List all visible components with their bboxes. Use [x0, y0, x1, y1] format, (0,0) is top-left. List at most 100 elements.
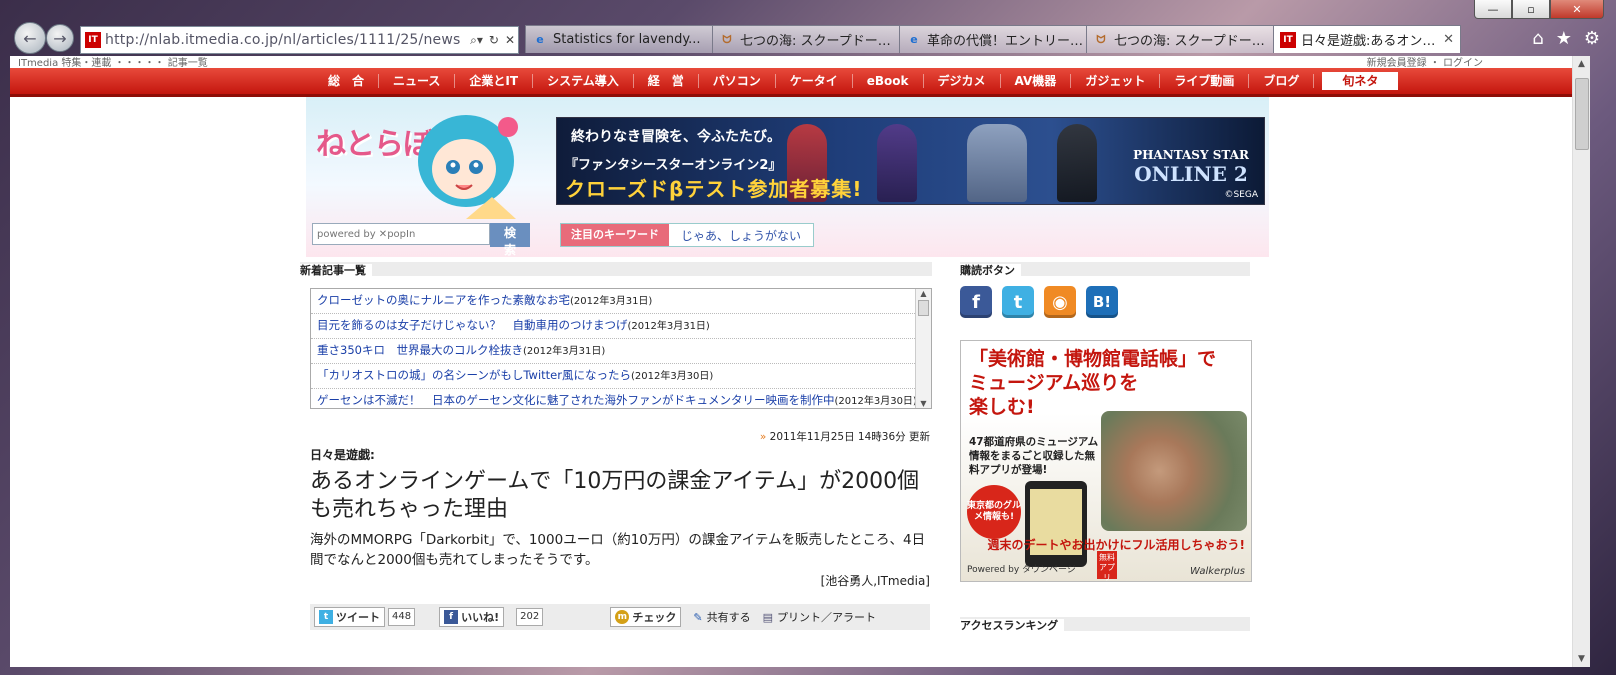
- tweet-button[interactable]: t ツイート: [314, 607, 385, 627]
- share-tools: m チェック ✎ 共有する ▤ プリント／アラート: [606, 607, 930, 627]
- ranking-heading: アクセスランキング: [960, 617, 1250, 632]
- phone-illustration: [1025, 481, 1087, 567]
- close-button[interactable]: ✕: [1550, 0, 1604, 19]
- nav-item-blog[interactable]: ブログ: [1249, 74, 1315, 88]
- nav-item-hot-topics[interactable]: 旬ネタ: [1322, 72, 1399, 90]
- pso2-logo: PHANTASY STAR ONLINE 2: [1132, 148, 1250, 186]
- nav-item-live[interactable]: ライブ動画: [1160, 74, 1250, 88]
- mixi-check-button[interactable]: m チェック: [610, 607, 682, 627]
- ad-badge: 東京都のグルメ情報も!: [967, 485, 1021, 539]
- home-icon[interactable]: ⌂: [1532, 28, 1543, 49]
- banner-headline: クローズドβテスト参加者募集!: [565, 177, 863, 201]
- social-share-bar: t ツイート 448 f いいね! 202 m チェック ✎ 共有する ▤ プリント…: [310, 604, 930, 630]
- tab-1[interactable]: e Statistics for lavendy...: [525, 25, 713, 53]
- list-item[interactable]: 「カリオストロの城」の名シーンがもしTwitter風になったら(2012年3月3…: [311, 364, 915, 389]
- facebook-icon: f: [444, 610, 459, 624]
- minimize-button[interactable]: —: [1474, 0, 1512, 19]
- nav-item-pc[interactable]: パソコン: [699, 74, 776, 88]
- rss-icon[interactable]: ◉: [1044, 286, 1076, 318]
- ad-powered-by: Powered by タウンページ: [967, 565, 1076, 575]
- hatena-bookmark-icon[interactable]: B!: [1086, 286, 1118, 318]
- pso2-banner-ad[interactable]: 終わりなき冒険を、今ふたたび。 『ファンタシースターオンライン2』 クローズドβ…: [556, 117, 1265, 205]
- list-item[interactable]: 重さ350キロ 世界最大のコルク栓抜き(2012年3月31日): [311, 339, 915, 364]
- search-button[interactable]: 検 索: [490, 223, 530, 257]
- browser-right-icons: ⌂ ★ ⚙: [1532, 28, 1600, 49]
- list-item[interactable]: クローゼットの奥にナルニアを作った素敵なお宅(2012年3月31日): [311, 289, 915, 314]
- mascot-illustration: [418, 115, 518, 219]
- nav-item-enterprise[interactable]: 企業とIT: [455, 74, 534, 88]
- nav-item-ebook[interactable]: eBook: [853, 74, 924, 88]
- like-count: 202: [516, 608, 544, 626]
- stop-icon[interactable]: ✕: [502, 33, 518, 47]
- tab-strip: e Statistics for lavendy... ᗢ 七つの海: スクープ…: [525, 25, 1461, 53]
- tab-2[interactable]: ᗢ 七つの海: スクープドールが...: [712, 25, 900, 53]
- ad-title: 「美術館・博物館電話帳」で ミュージアム巡りを 楽しむ!: [969, 348, 1217, 418]
- subscribe-heading: 購読ボタン: [960, 262, 1250, 277]
- nav-item-sougou[interactable]: 総 合: [314, 74, 380, 88]
- featured-keyword-link[interactable]: じゃあ、しょうがない: [669, 227, 813, 244]
- cat-icon: ᗢ: [722, 32, 732, 46]
- itmedia-icon: IT: [1280, 31, 1296, 48]
- banner-robot: [967, 124, 1027, 202]
- tab-3[interactable]: e 革命の代償！エントリー！...: [899, 25, 1087, 53]
- share-link[interactable]: ✎ 共有する: [693, 609, 750, 625]
- pso2-logo-top: PHANTASY STAR: [1133, 148, 1249, 162]
- forward-button[interactable]: →: [46, 24, 74, 52]
- featured-keyword-label: 注目のキーワード: [561, 224, 669, 246]
- tab-5-active[interactable]: IT 日々是遊戯:あるオンライ... ✕: [1273, 25, 1461, 53]
- ie-icon: e: [536, 33, 544, 46]
- top-strip-left[interactable]: ITmedia 特集・連載 ・・・・・ 記事一覧: [18, 56, 208, 68]
- facebook-like-button[interactable]: f いいね!: [439, 607, 505, 627]
- series-name[interactable]: 日々是遊戯:: [310, 446, 375, 463]
- nav-item-system[interactable]: システム導入: [533, 74, 634, 88]
- tab-4[interactable]: ᗢ 七つの海: スクープドールが...: [1086, 25, 1274, 53]
- browser-toolbar: ← → IT http://nlab.itmedia.co.jp/nl/arti…: [0, 20, 1616, 56]
- favorites-star-icon[interactable]: ★: [1556, 28, 1572, 49]
- back-button[interactable]: ←: [14, 22, 46, 54]
- museum-app-ad[interactable]: 「美術館・博物館電話帳」で ミュージアム巡りを 楽しむ! 47都道府県のミュージ…: [960, 340, 1252, 582]
- page-scrollbar[interactable]: ▲ ▼: [1572, 56, 1590, 667]
- nav-item-digicame[interactable]: デジカメ: [924, 74, 1001, 88]
- print-alert-link[interactable]: ▤ プリント／アラート: [763, 609, 876, 625]
- nav-item-management[interactable]: 経 営: [634, 74, 699, 88]
- search-input[interactable]: [312, 223, 490, 245]
- nav-item-mobile[interactable]: ケータイ: [776, 74, 853, 88]
- list-scrollbar[interactable]: ▲ ▼: [915, 289, 931, 408]
- nav-items: 総 合 ニュース 企業とIT システム導入 経 営 パソコン ケータイ eBoo…: [314, 68, 1399, 94]
- forward-arrow-icon: →: [53, 28, 67, 48]
- twitter-icon[interactable]: t: [1002, 286, 1034, 318]
- top-strip: ITmedia 特集・連載 ・・・・・ 記事一覧 新規会員登録 ・ ログイン: [10, 56, 1573, 68]
- scroll-up-icon[interactable]: ▲: [1573, 56, 1590, 72]
- facebook-icon[interactable]: f: [960, 286, 992, 318]
- search-icon[interactable]: ⌕▾: [467, 33, 486, 48]
- maximize-button[interactable]: ▫: [1512, 0, 1550, 19]
- address-url[interactable]: http://nlab.itmedia.co.jp/nl/articles/11…: [105, 32, 467, 48]
- scroll-thumb[interactable]: [918, 300, 929, 316]
- mixi-icon: m: [615, 610, 630, 624]
- article-byline: [池谷勇人,ITmedia]: [820, 574, 930, 588]
- list-item[interactable]: 目元を飾るのは女子だけじゃない？ 自動車用のつけまつげ(2012年3月31日): [311, 314, 915, 339]
- tab-label: 革命の代償！エントリー！...: [927, 34, 1086, 49]
- scroll-down-icon[interactable]: ▼: [1573, 651, 1590, 667]
- top-strip-right[interactable]: 新規会員登録 ・ ログイン: [1367, 56, 1483, 68]
- scroll-down-icon[interactable]: ▼: [916, 399, 931, 408]
- nlab-logo[interactable]: ねとらぼ: [316, 109, 536, 221]
- sega-credit: ©SEGA: [1224, 190, 1258, 200]
- close-tab-icon[interactable]: ✕: [1437, 32, 1460, 47]
- list-item[interactable]: ゲーセンは不滅だ！ 日本のゲーセン文化に魅了された海外ファンがドキュメンタリー映…: [311, 389, 915, 408]
- address-bar[interactable]: IT http://nlab.itmedia.co.jp/nl/articles…: [80, 26, 519, 54]
- article-headline: あるオンラインゲームで「10万円の課金アイテム」が2000個も売れちゃった理由: [310, 469, 920, 522]
- twitter-bird-icon: t: [319, 610, 333, 624]
- ad-cta: 週末のデートやお出かけにフル活用しちゃおう!: [987, 538, 1245, 552]
- nav-item-gadget[interactable]: ガジェット: [1071, 74, 1161, 88]
- site-header: ねとらぼ 終わりなき冒険を、今ふたたび。 『ファンタシースターオンライン2』 ク…: [306, 97, 1269, 257]
- page-viewport: ITmedia 特集・連載 ・・・・・ 記事一覧 新規会員登録 ・ ログイン 総…: [10, 56, 1590, 667]
- new-articles-list: クローゼットの奥にナルニアを作った素敵なお宅(2012年3月31日) 目元を飾る…: [310, 288, 932, 409]
- tools-gear-icon[interactable]: ⚙: [1584, 28, 1600, 49]
- scroll-thumb[interactable]: [1575, 78, 1589, 150]
- refresh-icon[interactable]: ↻: [486, 33, 502, 47]
- scroll-up-icon[interactable]: ▲: [916, 289, 931, 298]
- nav-item-news[interactable]: ニュース: [379, 74, 456, 88]
- nav-item-av[interactable]: AV機器: [1001, 74, 1072, 88]
- window-controls: — ▫ ✕: [1474, 0, 1604, 19]
